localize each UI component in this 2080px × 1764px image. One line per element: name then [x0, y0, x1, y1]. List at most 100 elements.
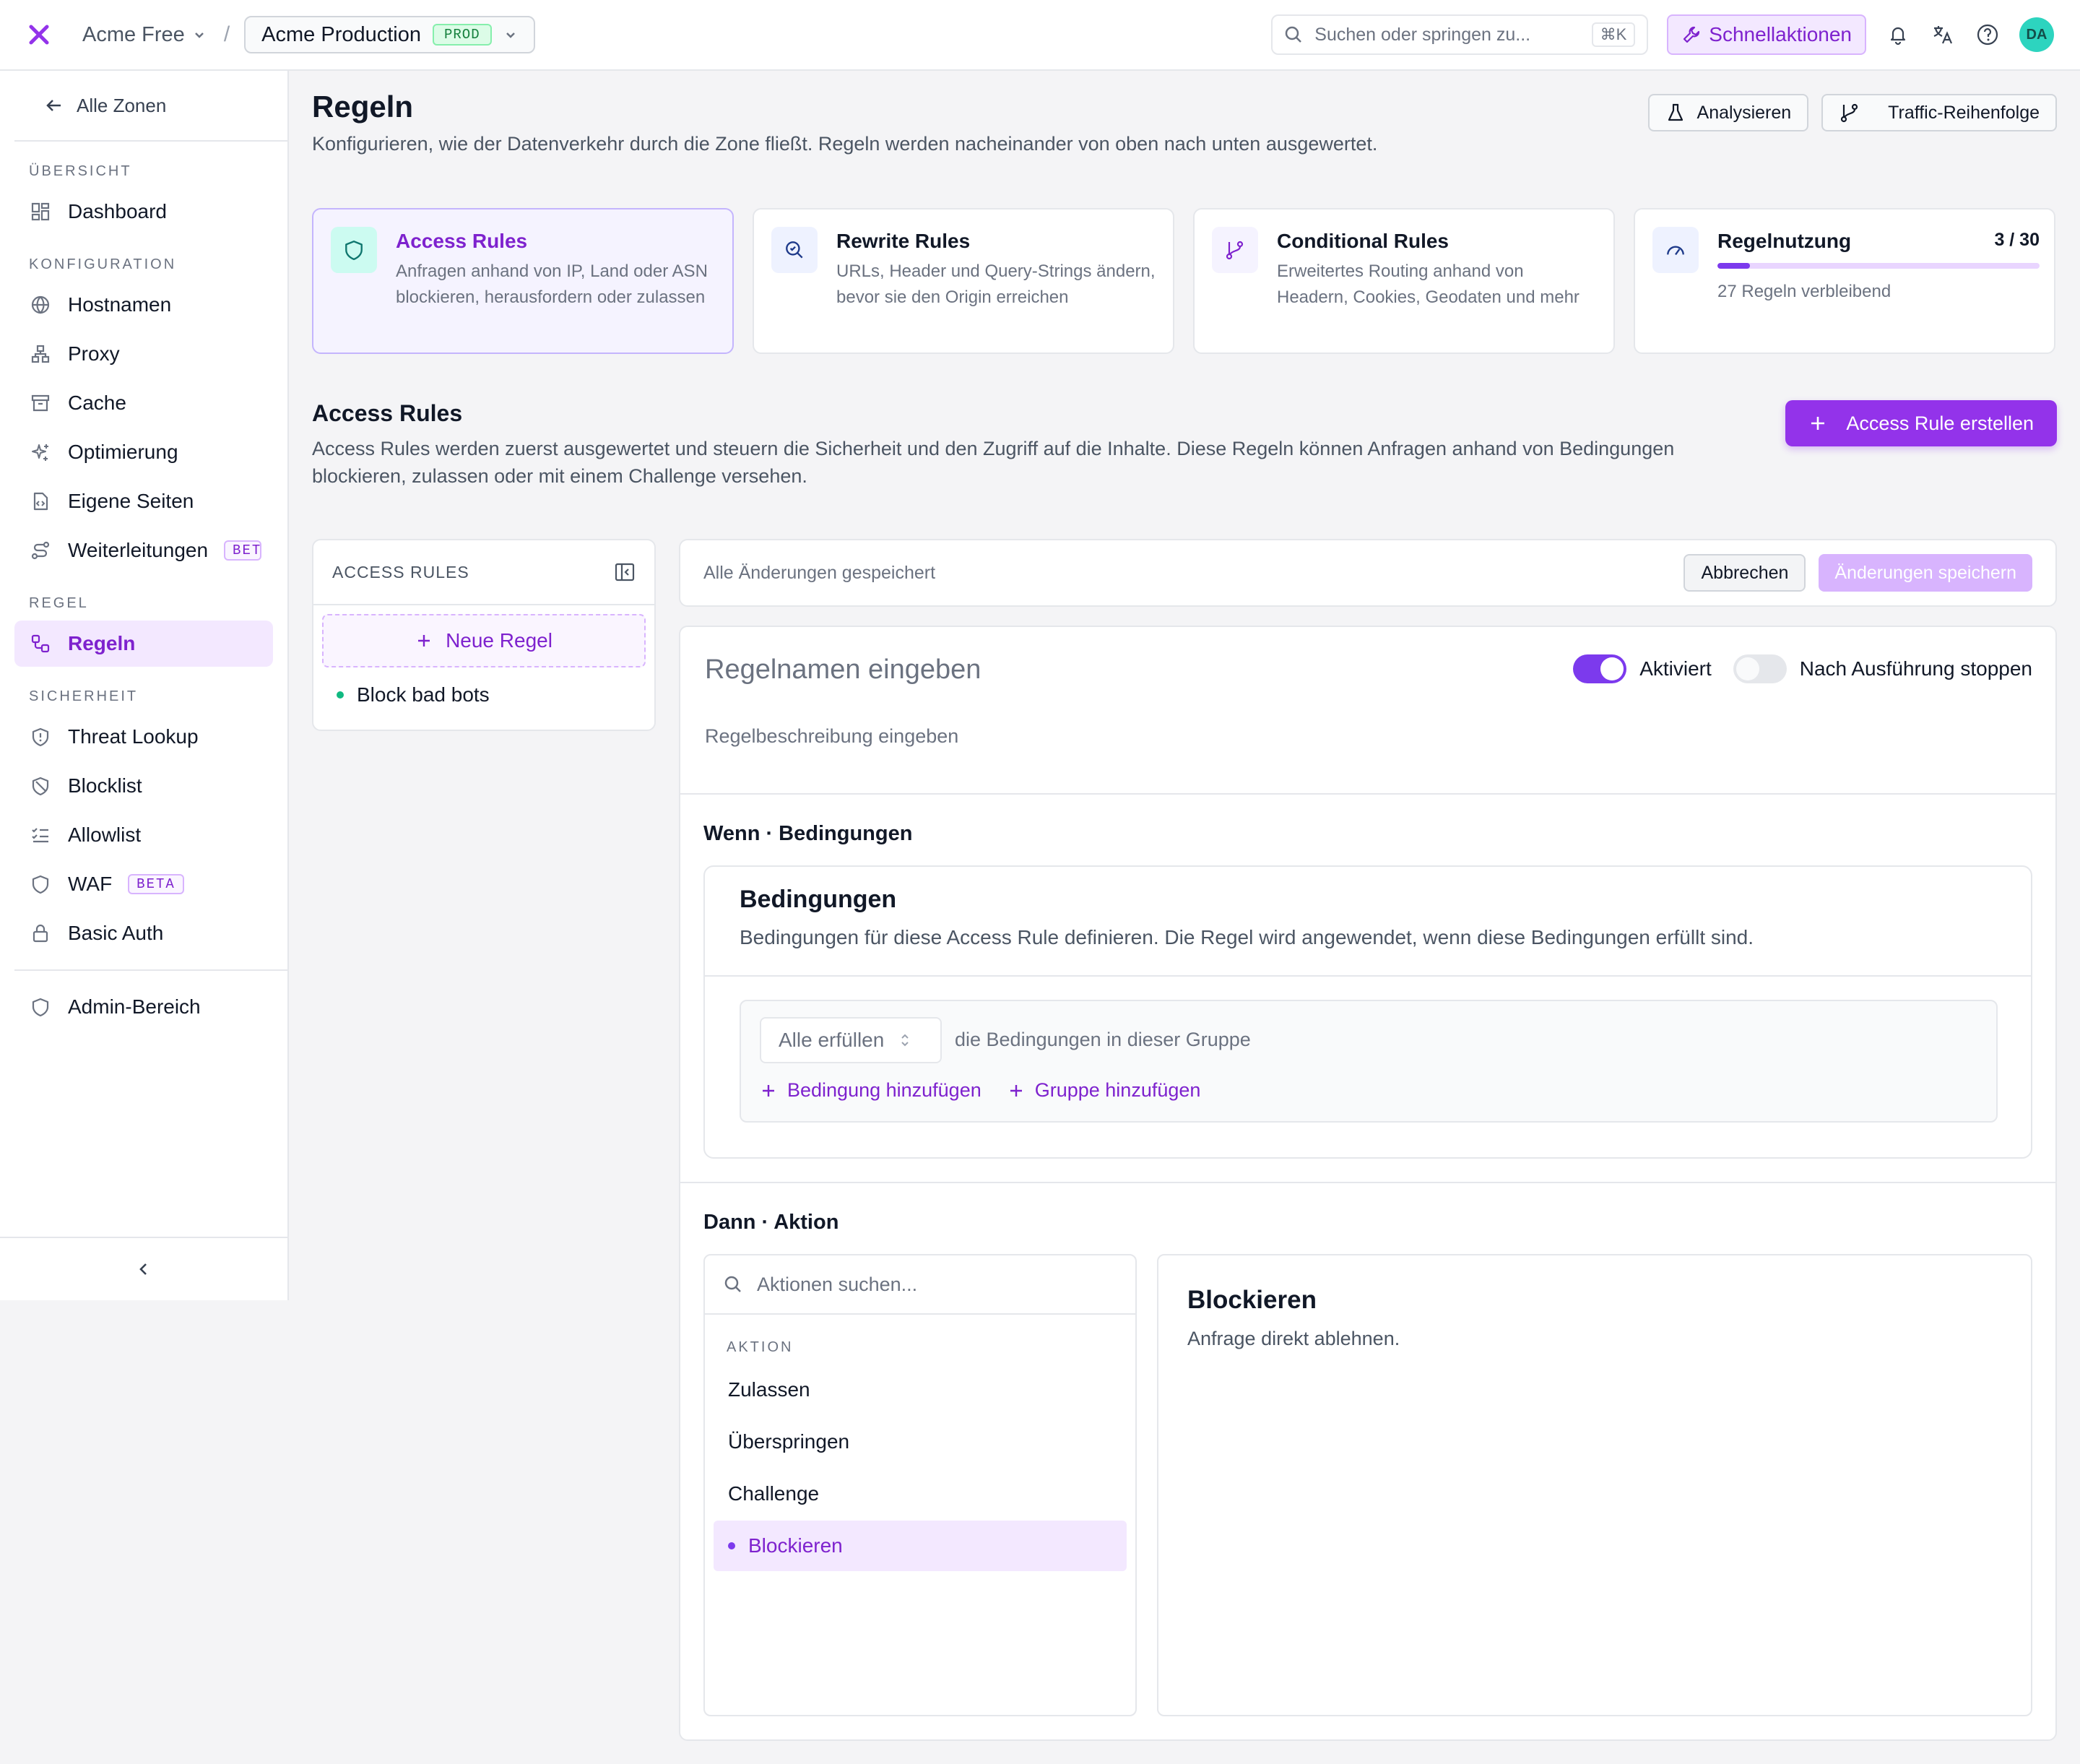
usage-count: 3 / 30	[1994, 230, 2040, 250]
workflow-icon	[29, 632, 52, 655]
status-dot	[337, 691, 344, 699]
card-title: Conditional Rules	[1277, 230, 1449, 252]
sidebar-item-label: Cache	[68, 392, 126, 414]
sidebar-item-label: WAF	[68, 873, 113, 895]
git-branch-icon	[1841, 103, 1858, 123]
org-switcher[interactable]: Acme Free	[82, 23, 207, 47]
sidebar-item-dashboard[interactable]: Dashboard	[14, 189, 273, 235]
section-title-config: KONFIGURATION	[29, 256, 177, 272]
save-button[interactable]: Änderungen speichern	[1819, 554, 2032, 592]
sidebar-item-threat-lookup[interactable]: Threat Lookup	[14, 714, 273, 760]
wrench-icon	[1684, 26, 1700, 43]
sidebar-item-proxy[interactable]: Proxy	[14, 331, 273, 377]
action-detail-title: Blockieren	[1187, 1286, 1317, 1314]
card-rewrite-rules[interactable]: Rewrite Rules URLs, Header und Query-Str…	[753, 208, 1174, 354]
create-access-rule-button[interactable]: Access Rule erstellen	[1785, 400, 2057, 446]
quick-actions-button[interactable]: Schnellaktionen	[1667, 14, 1866, 55]
shield-off-icon	[29, 774, 52, 797]
divider	[680, 793, 2055, 795]
plus-icon	[763, 1084, 774, 1097]
back-to-zones-link[interactable]: Alle Zonen	[14, 71, 287, 142]
when-title: Wenn · Bedingungen	[703, 822, 913, 845]
sidebar-item-waf[interactable]: WAF BETA	[14, 861, 273, 907]
conditions-box: Bedingungen Bedingungen für diese Access…	[703, 865, 2032, 1159]
archive-icon	[29, 392, 52, 415]
rule-description-input[interactable]: Regelbeschreibung eingeben	[705, 725, 958, 748]
cancel-button[interactable]: Abbrechen	[1684, 554, 1806, 592]
flask-icon	[1668, 103, 1683, 121]
sidebar-item-rules[interactable]: Regeln	[14, 621, 273, 667]
sidebar-item-redirects[interactable]: Weiterleitungen BETA	[14, 527, 273, 574]
action-item-block[interactable]: Blockieren	[714, 1521, 1127, 1571]
sidebar-item-blocklist[interactable]: Blocklist	[14, 763, 273, 809]
page-title: Regeln	[312, 90, 414, 124]
search-icon	[724, 1276, 741, 1292]
search-check-icon	[771, 227, 818, 273]
bell-icon[interactable]	[1885, 22, 1911, 48]
lock-icon	[29, 922, 52, 945]
search-icon	[1286, 26, 1302, 43]
action-item-allow[interactable]: Zulassen	[714, 1365, 1127, 1415]
translate-icon[interactable]	[1930, 22, 1956, 48]
chevron-down-icon	[194, 33, 204, 38]
usage-progress-bar	[1717, 263, 2040, 269]
new-rule-button[interactable]: Neue Regel	[322, 614, 646, 667]
sidebar-divider	[14, 969, 287, 971]
top-bar: Acme Free / Acme Production PROD Suchen …	[0, 0, 2080, 71]
sidebar-item-cache[interactable]: Cache	[14, 380, 273, 426]
sidebar-item-basic-auth[interactable]: Basic Auth	[14, 910, 273, 956]
section-description: Access Rules werden zuerst ausgewertet u…	[312, 438, 1675, 487]
card-title: Rewrite Rules	[836, 230, 971, 252]
search-input[interactable]: Suchen oder springen zu... ⌘K	[1271, 14, 1649, 55]
help-icon[interactable]	[1975, 22, 2001, 48]
zone-select[interactable]: Acme Production PROD	[244, 16, 535, 53]
org-name: Acme Free	[82, 22, 185, 46]
add-condition-button[interactable]: Bedingung hinzufügen	[760, 1079, 982, 1102]
sidebar-item-hostnames[interactable]: Hostnamen	[14, 282, 273, 328]
action-section-title: AKTION	[727, 1339, 794, 1355]
sidebar-item-allowlist[interactable]: Allowlist	[14, 812, 273, 858]
sidebar-item-admin[interactable]: Admin-Bereich	[14, 984, 273, 1030]
panel-collapse-icon[interactable]	[614, 561, 636, 583]
add-group-button[interactable]: Gruppe hinzufügen	[1008, 1079, 1201, 1102]
sidebar-item-label: Optimierung	[68, 441, 178, 463]
rule-name: Block bad bots	[357, 683, 490, 706]
action-search-input[interactable]: Aktionen suchen...	[705, 1255, 1135, 1315]
search-shortcut: ⌘K	[1591, 22, 1636, 47]
sidebar-item-optimization[interactable]: Optimierung	[14, 429, 273, 475]
sidebar-item-label: Proxy	[68, 342, 120, 365]
sidebar-item-label: Admin-Bereich	[68, 995, 201, 1018]
stop-after-toggle[interactable]	[1733, 654, 1787, 683]
divider	[680, 1182, 2055, 1183]
list-header: ACCESS RULES	[332, 562, 469, 581]
card-conditional-rules[interactable]: Conditional Rules Erweitertes Routing an…	[1193, 208, 1615, 354]
section-title: Access Rules	[312, 400, 463, 426]
sidebar-item-label: Regeln	[68, 632, 136, 654]
list-item[interactable]: Block bad bots	[313, 667, 654, 722]
rule-name-input[interactable]: Regelnamen eingeben	[705, 654, 981, 686]
section-title-rules: REGEL	[29, 595, 89, 611]
card-access-rules[interactable]: Access Rules Anfragen anhand von IP, Lan…	[312, 208, 734, 354]
plus-icon	[1811, 417, 1825, 430]
logo-icon[interactable]	[25, 20, 53, 49]
sidebar-item-label: Hostnamen	[68, 293, 172, 316]
action-detail-description: Anfrage direkt ablehnen.	[1187, 1328, 1400, 1349]
chevron-left-icon	[139, 1263, 147, 1275]
action-item-challenge[interactable]: Challenge	[714, 1469, 1127, 1519]
match-select[interactable]: Alle erfüllen	[760, 1017, 942, 1063]
action-item-skip[interactable]: Überspringen	[714, 1417, 1127, 1467]
add-group-label: Gruppe hinzufügen	[1034, 1079, 1201, 1101]
sidebar-item-custom-pages[interactable]: Eigene Seiten	[14, 478, 273, 524]
traffic-order-button[interactable]: Traffic-Reihenfolge	[1821, 94, 2057, 131]
save-bar: Alle Änderungen gespeichert Abbrechen Än…	[679, 539, 2057, 607]
add-condition-label: Bedingung hinzufügen	[787, 1079, 982, 1101]
sparkles-icon	[29, 441, 52, 464]
analyze-button[interactable]: Analysieren	[1647, 94, 1809, 131]
enabled-toggle[interactable]	[1573, 654, 1627, 683]
collapse-sidebar-button[interactable]	[0, 1237, 287, 1300]
avatar[interactable]: DA	[2019, 17, 2054, 52]
globe-icon	[29, 293, 52, 316]
sidebar-item-label: Basic Auth	[68, 922, 164, 944]
usage-remaining: 27 Regeln verbleibend	[1717, 282, 1892, 301]
enabled-label: Aktiviert	[1639, 657, 1712, 680]
